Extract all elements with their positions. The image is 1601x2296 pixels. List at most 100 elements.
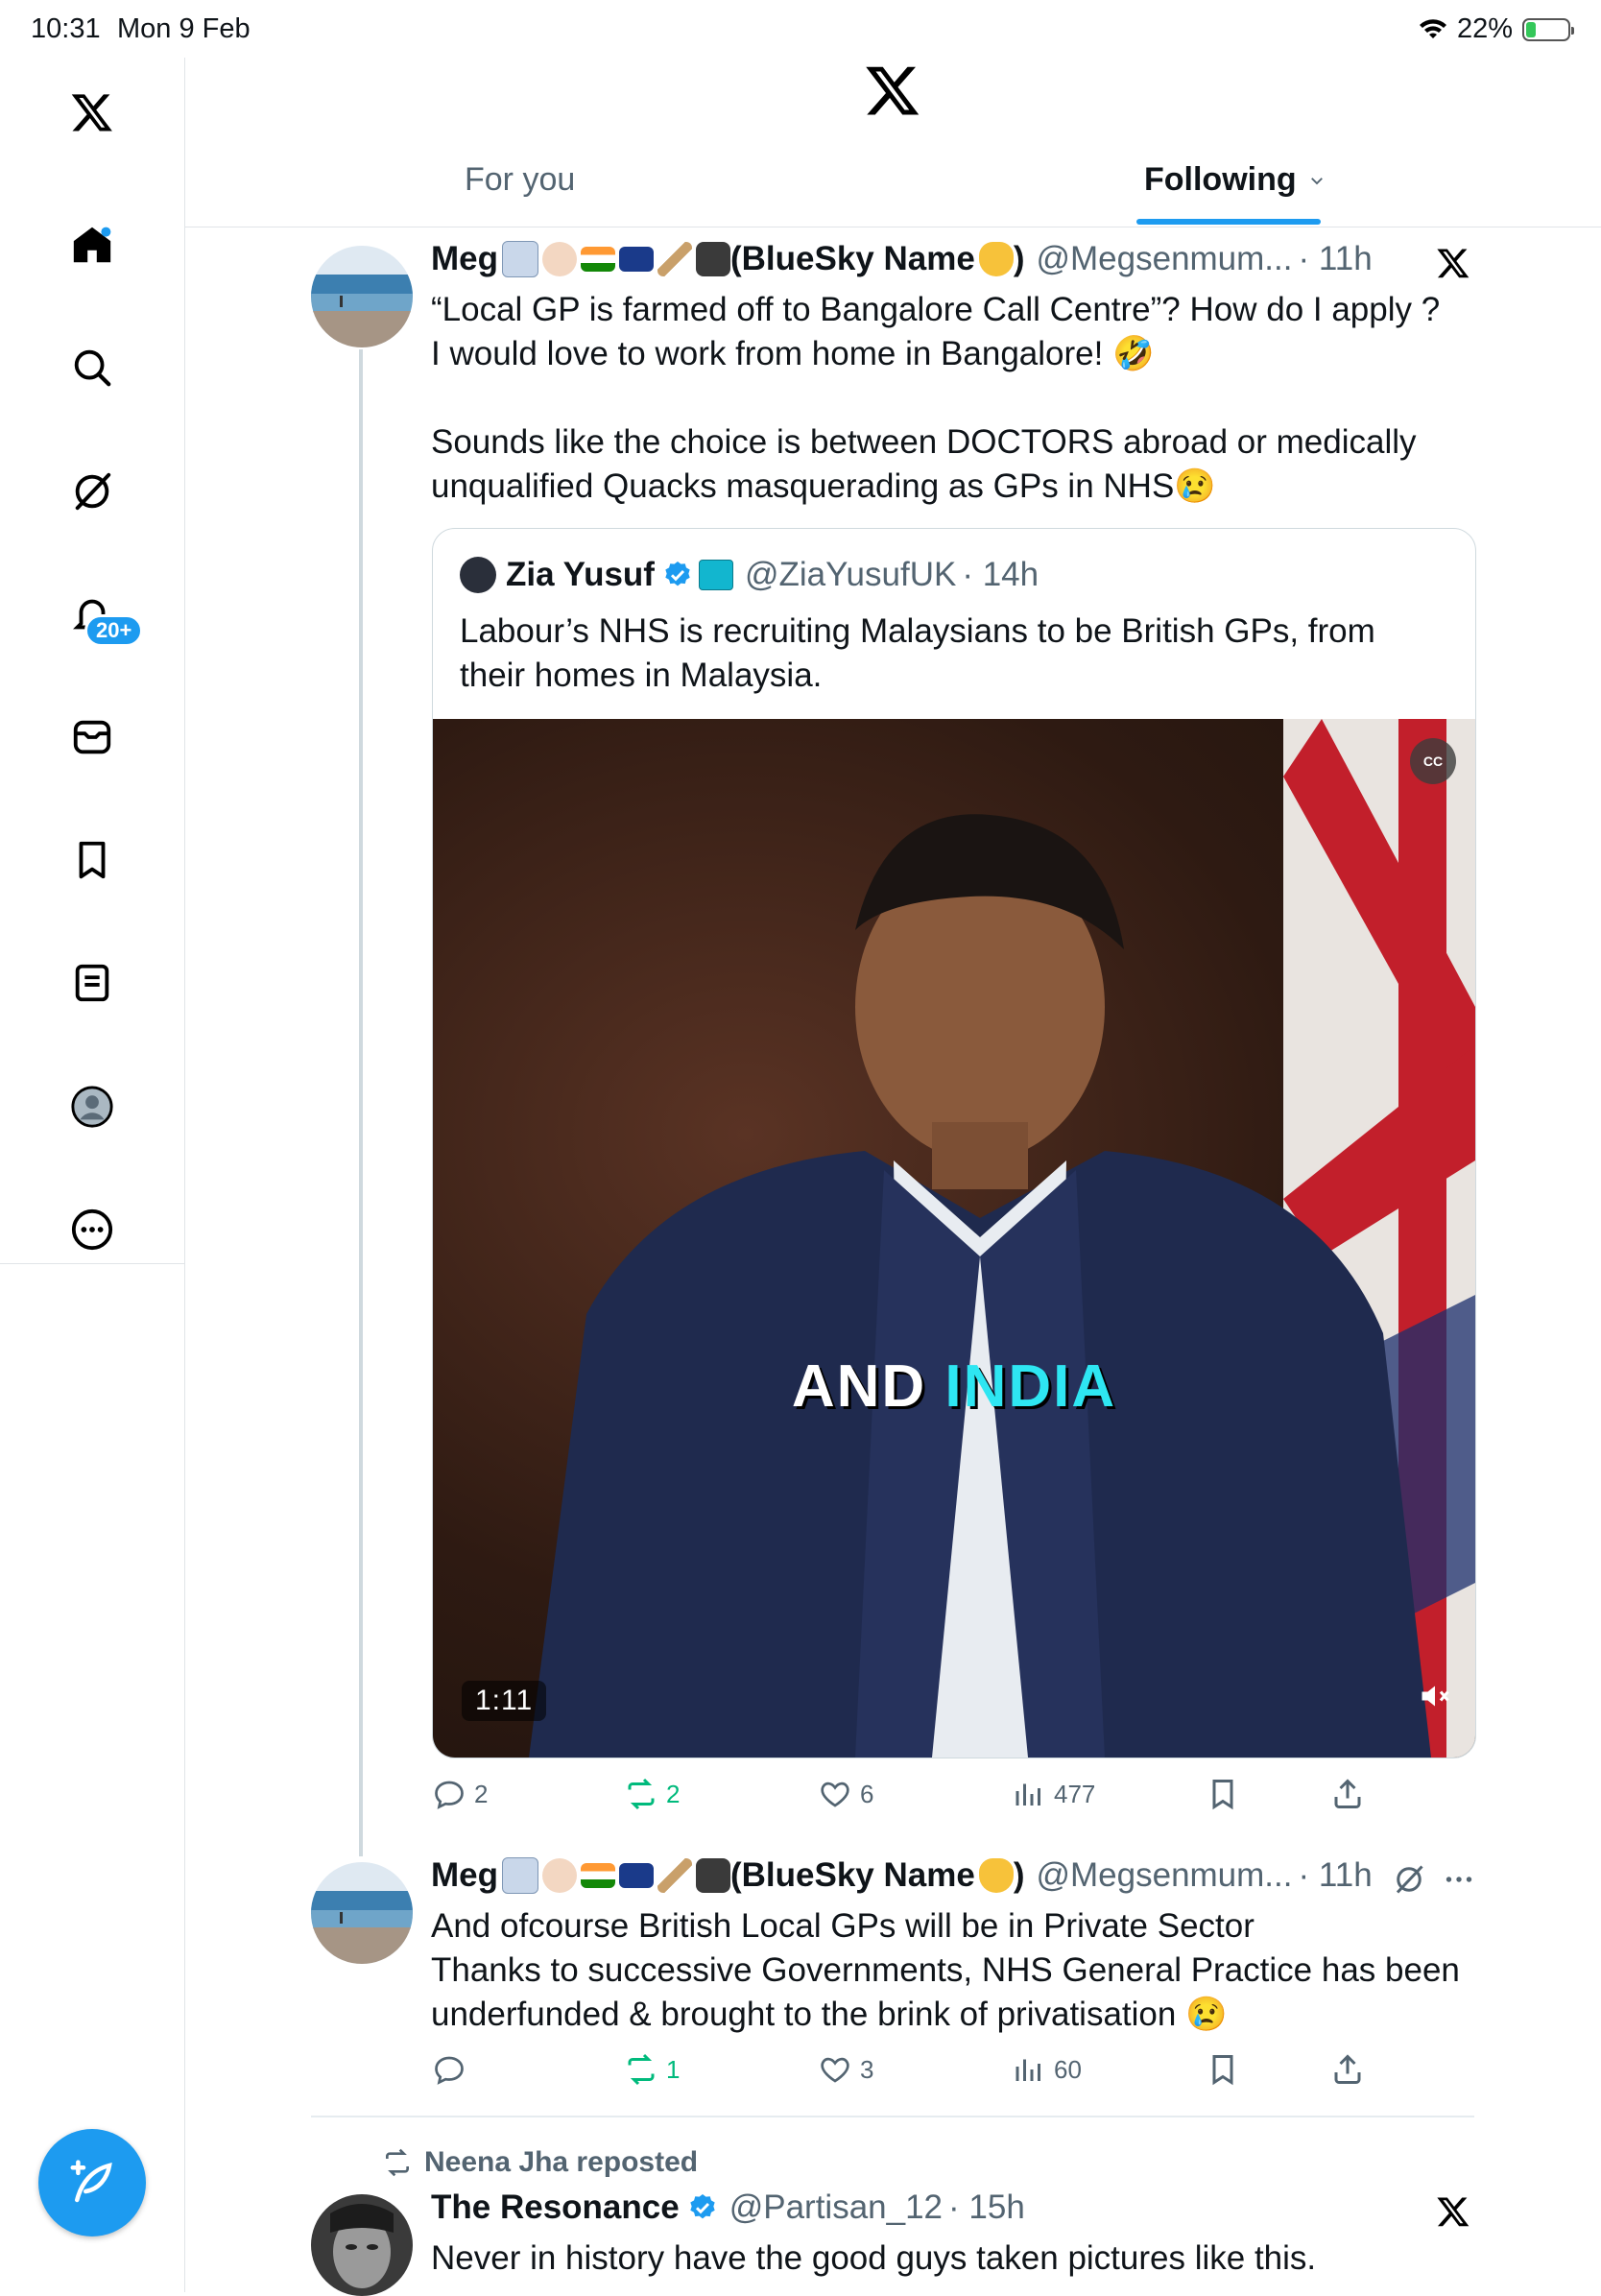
wifi-icon bbox=[1419, 18, 1446, 38]
reply-button[interactable] bbox=[432, 2052, 474, 2087]
camera-emoji-icon bbox=[696, 1858, 730, 1893]
messages-icon[interactable] bbox=[63, 708, 121, 766]
affiliate-badge-icon bbox=[698, 560, 733, 590]
more-icon[interactable] bbox=[63, 1201, 121, 1258]
quoted-tweet-author[interactable]: Zia Yusuf @ZiaYusufUK · 14h bbox=[460, 556, 1039, 594]
compose-button[interactable] bbox=[38, 2129, 146, 2236]
like-count: 3 bbox=[860, 2054, 874, 2084]
bookmark-icon bbox=[1212, 2055, 1233, 2086]
like-count: 6 bbox=[860, 1779, 874, 1808]
status-date: Mon 9 Feb bbox=[117, 13, 251, 44]
views-count: 477 bbox=[1054, 1779, 1096, 1808]
video-presenter-figure bbox=[529, 814, 1431, 1758]
uk-flag-icon bbox=[619, 1863, 654, 1888]
bookmark-button[interactable] bbox=[1206, 2052, 1240, 2087]
heart-icon bbox=[821, 1782, 849, 1807]
reply-icon bbox=[435, 2056, 464, 2085]
quoted-tweet-text: Labour’s NHS is recruiting Malaysians to… bbox=[460, 612, 1375, 694]
battery-percent: 22% bbox=[1456, 13, 1513, 44]
author-name-suffix: (BlueSky Name bbox=[730, 240, 975, 277]
tweet-divider bbox=[311, 2116, 1474, 2117]
author-name: The Resonance bbox=[431, 2188, 680, 2226]
tweet-3-text: Never in history have the good guys take… bbox=[431, 2239, 1317, 2277]
x-logo-header-icon[interactable] bbox=[864, 61, 921, 119]
status-indicators: 22% bbox=[1419, 13, 1574, 45]
reply-count: 2 bbox=[474, 1779, 489, 1808]
pointing-down-emoji-icon bbox=[978, 1858, 1014, 1893]
sidebar: 20+ bbox=[0, 58, 185, 1264]
quoted-avatar bbox=[460, 557, 496, 593]
quoted-tweet-card[interactable]: Zia Yusuf @ZiaYusufUK · 14h Labour’s NHS… bbox=[432, 528, 1476, 1758]
repost-context[interactable]: Neena Jha reposted bbox=[382, 2146, 698, 2179]
family-emoji-icon bbox=[502, 241, 538, 277]
author-handle: @Megsenmum... bbox=[1036, 240, 1293, 277]
family-emoji-icon bbox=[502, 1857, 538, 1894]
closed-captions-button[interactable]: CC bbox=[1410, 738, 1456, 784]
repost-count: 2 bbox=[666, 1779, 681, 1808]
repost-icon bbox=[628, 2053, 655, 2086]
tweet-1-text: “Local GP is farmed off to Bangalore Cal… bbox=[431, 291, 1441, 505]
tab-following-label: Following bbox=[1144, 161, 1297, 198]
repost-button[interactable]: 2 bbox=[624, 1777, 680, 1811]
views-button[interactable]: 60 bbox=[1012, 2052, 1082, 2087]
bookmarks-icon[interactable] bbox=[63, 831, 121, 889]
grok-icon[interactable] bbox=[63, 463, 121, 520]
tweet-time: · 11h bbox=[1298, 240, 1373, 277]
tab-for-you[interactable]: For you bbox=[465, 161, 575, 199]
avatar-the-resonance[interactable] bbox=[311, 2194, 413, 2296]
quoted-tweet-time: · 14h bbox=[962, 556, 1039, 593]
author-name-close: ) bbox=[1013, 240, 1025, 277]
repost-icon bbox=[628, 1778, 655, 1810]
status-time: 10:31 bbox=[31, 13, 101, 44]
views-button[interactable]: 477 bbox=[1012, 1777, 1095, 1811]
video-duration: 1:11 bbox=[462, 1681, 547, 1721]
tweet-2-author[interactable]: Meg (BlueSky Name ) @Megsenmum... · 11h bbox=[431, 1856, 1373, 1895]
lists-icon[interactable] bbox=[63, 954, 121, 1012]
reply-button[interactable]: 2 bbox=[432, 1777, 488, 1811]
grok-icon[interactable] bbox=[1392, 1862, 1426, 1897]
share-button[interactable] bbox=[1330, 2052, 1365, 2087]
x-logo-icon bbox=[1437, 249, 1470, 278]
share-icon bbox=[1334, 2054, 1361, 2084]
share-icon bbox=[1334, 1779, 1361, 1808]
author-name: Meg bbox=[431, 1856, 498, 1894]
woman-health-worker-emoji-icon bbox=[542, 1858, 577, 1893]
like-button[interactable]: 3 bbox=[818, 2052, 873, 2087]
notifications-badge: 20+ bbox=[84, 614, 144, 647]
video-player[interactable]: AND INDIA CC 1:11 bbox=[433, 719, 1475, 1758]
home-icon[interactable] bbox=[63, 216, 121, 274]
india-flag-icon bbox=[581, 247, 615, 272]
avatar-meg[interactable] bbox=[311, 246, 413, 347]
like-button[interactable]: 6 bbox=[818, 1777, 873, 1811]
repost-icon bbox=[386, 2148, 409, 2177]
tweet-3-author[interactable]: The Resonance @Partisan_12 · 15h bbox=[431, 2188, 1025, 2227]
x-logo-icon bbox=[1437, 2197, 1470, 2227]
tab-following[interactable]: Following bbox=[1144, 161, 1326, 199]
thread-connector bbox=[359, 349, 363, 1856]
cricket-emoji-icon bbox=[657, 1858, 692, 1893]
india-flag-icon bbox=[581, 1863, 615, 1888]
reply-icon bbox=[435, 1781, 464, 1809]
uk-flag-icon bbox=[619, 247, 654, 272]
repost-button[interactable]: 1 bbox=[624, 2052, 680, 2087]
tweet-2-actions: 1 3 60 bbox=[0, 2052, 1601, 2091]
heart-icon bbox=[821, 2057, 849, 2083]
mute-icon[interactable] bbox=[1418, 1679, 1452, 1713]
avatar-meg[interactable] bbox=[311, 1862, 413, 1964]
cricket-emoji-icon bbox=[657, 242, 692, 276]
x-logo-icon[interactable] bbox=[63, 84, 121, 141]
views-count: 60 bbox=[1054, 2054, 1082, 2084]
search-icon[interactable] bbox=[63, 339, 121, 396]
author-name-close: ) bbox=[1013, 1856, 1025, 1894]
repost-count: 1 bbox=[666, 2054, 681, 2084]
profile-icon[interactable] bbox=[63, 1078, 121, 1136]
share-button[interactable] bbox=[1330, 1777, 1365, 1811]
bookmark-button[interactable] bbox=[1206, 1777, 1240, 1811]
author-name: Meg bbox=[431, 240, 498, 277]
compose-feather-icon bbox=[70, 2160, 112, 2203]
chevron-down-icon bbox=[1310, 177, 1323, 184]
verified-badge-icon bbox=[690, 2194, 715, 2219]
tweet-1-author[interactable]: Meg (BlueSky Name ) @Megsenmum... · 11h bbox=[431, 240, 1373, 278]
more-options-icon[interactable] bbox=[1440, 1862, 1478, 1897]
quoted-author-handle: @ZiaYusufUK bbox=[744, 556, 957, 593]
